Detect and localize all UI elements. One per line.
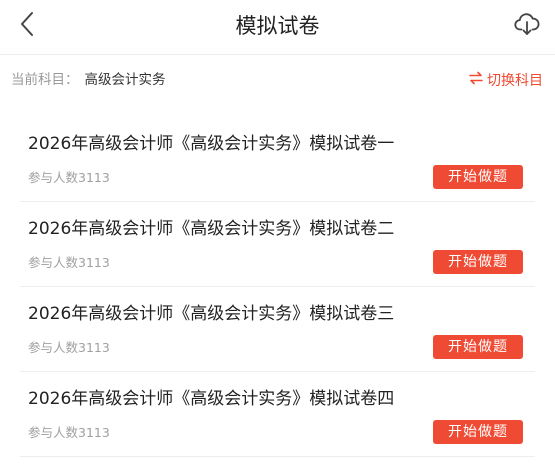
paper-item[interactable]: 2026年高级会计师《高级会计实务》模拟试卷一 参与人数3113 开始做题 <box>20 117 535 202</box>
paper-item[interactable]: 2026年高级会计师《高级会计实务》模拟试卷三 参与人数3113 开始做题 <box>20 287 535 372</box>
subject-bar: 当前科目： 高级会计实务 切换科目 <box>0 55 555 105</box>
start-exam-button[interactable]: 开始做题 <box>433 165 523 189</box>
paper-item[interactable]: 2026年高级会计师《高级会计实务》模拟试卷二 参与人数3113 开始做题 <box>20 202 535 287</box>
top-bar: 模拟试卷 <box>0 0 555 55</box>
paper-title: 2026年高级会计师《高级会计实务》模拟试卷二 <box>28 219 395 239</box>
participant-count: 参与人数3113 <box>28 340 110 355</box>
switch-subject-button[interactable]: 切换科目 <box>469 69 543 91</box>
paper-item[interactable]: 2026年高级会计师《高级会计实务》模拟试卷四 参与人数3113 开始做题 <box>20 372 535 457</box>
participant-count: 参与人数3113 <box>28 255 110 270</box>
paper-list: 2026年高级会计师《高级会计实务》模拟试卷一 参与人数3113 开始做题 20… <box>20 117 535 457</box>
start-exam-button[interactable]: 开始做题 <box>433 335 523 359</box>
chevron-left-icon <box>17 10 39 42</box>
start-exam-button[interactable]: 开始做题 <box>433 420 523 444</box>
switch-subject-label: 切换科目 <box>487 73 543 89</box>
paper-title: 2026年高级会计师《高级会计实务》模拟试卷四 <box>28 389 395 409</box>
page-title: 模拟试卷 <box>235 14 320 38</box>
paper-title: 2026年高级会计师《高级会计实务》模拟试卷三 <box>28 304 395 324</box>
start-exam-button[interactable]: 开始做题 <box>433 250 523 274</box>
app-root: 模拟试卷 当前科目： 高级会计实务 切换科目 2026年高级会计师《高级会计实务… <box>0 0 555 472</box>
current-subject-label: 当前科目： <box>11 72 79 88</box>
paper-title: 2026年高级会计师《高级会计实务》模拟试卷一 <box>28 134 395 154</box>
back-button[interactable] <box>8 6 48 46</box>
download-button[interactable] <box>507 6 547 46</box>
cloud-download-icon <box>513 10 541 42</box>
current-subject: 当前科目： 高级会计实务 <box>11 71 166 89</box>
current-subject-value: 高级会计实务 <box>84 72 166 88</box>
swap-arrows-icon <box>469 71 487 89</box>
participant-count: 参与人数3113 <box>28 425 110 440</box>
participant-count: 参与人数3113 <box>28 170 110 185</box>
